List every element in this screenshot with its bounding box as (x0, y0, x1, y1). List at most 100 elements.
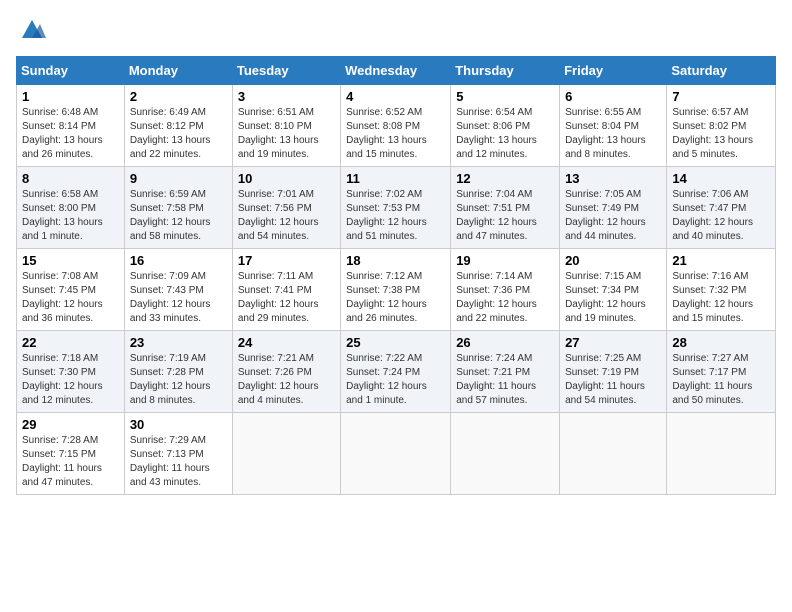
calendar-cell: 19 Sunrise: 7:14 AM Sunset: 7:36 PM Dayli… (451, 249, 560, 331)
logo (16, 16, 46, 44)
day-detail: Sunrise: 7:08 AM Sunset: 7:45 PM Dayligh… (22, 270, 119, 326)
day-number: 29 (22, 417, 119, 432)
day-detail: Sunrise: 7:06 AM Sunset: 7:47 PM Dayligh… (672, 188, 770, 244)
calendar-cell: 30 Sunrise: 7:29 AM Sunset: 7:13 PM Dayli… (124, 413, 232, 495)
day-detail: Sunrise: 7:02 AM Sunset: 7:53 PM Dayligh… (346, 188, 445, 244)
day-detail: Sunrise: 6:55 AM Sunset: 8:04 PM Dayligh… (565, 106, 661, 162)
calendar-cell: 8 Sunrise: 6:58 AM Sunset: 8:00 PM Daylig… (17, 167, 125, 249)
day-number: 28 (672, 335, 770, 350)
col-header-monday: Monday (124, 57, 232, 85)
calendar-cell: 1 Sunrise: 6:48 AM Sunset: 8:14 PM Daylig… (17, 85, 125, 167)
calendar-cell: 14 Sunrise: 7:06 AM Sunset: 7:47 PM Dayli… (667, 167, 776, 249)
day-detail: Sunrise: 7:21 AM Sunset: 7:26 PM Dayligh… (238, 352, 335, 408)
calendar-cell (341, 413, 451, 495)
calendar-cell: 17 Sunrise: 7:11 AM Sunset: 7:41 PM Dayli… (232, 249, 340, 331)
day-detail: Sunrise: 6:54 AM Sunset: 8:06 PM Dayligh… (456, 106, 554, 162)
calendar-cell: 21 Sunrise: 7:16 AM Sunset: 7:32 PM Dayli… (667, 249, 776, 331)
calendar-cell: 13 Sunrise: 7:05 AM Sunset: 7:49 PM Dayli… (560, 167, 667, 249)
day-detail: Sunrise: 7:22 AM Sunset: 7:24 PM Dayligh… (346, 352, 445, 408)
day-number: 18 (346, 253, 445, 268)
day-number: 1 (22, 89, 119, 104)
calendar-cell (232, 413, 340, 495)
calendar-cell: 6 Sunrise: 6:55 AM Sunset: 8:04 PM Daylig… (560, 85, 667, 167)
day-number: 11 (346, 171, 445, 186)
calendar-cell: 26 Sunrise: 7:24 AM Sunset: 7:21 PM Dayli… (451, 331, 560, 413)
day-number: 26 (456, 335, 554, 350)
col-header-wednesday: Wednesday (341, 57, 451, 85)
day-detail: Sunrise: 7:25 AM Sunset: 7:19 PM Dayligh… (565, 352, 661, 408)
calendar-cell: 29 Sunrise: 7:28 AM Sunset: 7:15 PM Dayli… (17, 413, 125, 495)
calendar-cell: 11 Sunrise: 7:02 AM Sunset: 7:53 PM Dayli… (341, 167, 451, 249)
day-number: 12 (456, 171, 554, 186)
day-number: 22 (22, 335, 119, 350)
calendar-cell: 4Sunrise: 6:52 AM Sunset: 8:08 PM Daylig… (341, 85, 451, 167)
page-header (16, 16, 776, 44)
day-number: 16 (130, 253, 227, 268)
day-detail: Sunrise: 6:48 AM Sunset: 8:14 PM Dayligh… (22, 106, 119, 162)
day-number: 27 (565, 335, 661, 350)
calendar-cell: 15Sunrise: 7:08 AM Sunset: 7:45 PM Dayli… (17, 249, 125, 331)
calendar-cell: 12 Sunrise: 7:04 AM Sunset: 7:51 PM Dayli… (451, 167, 560, 249)
day-number: 3 (238, 89, 335, 104)
day-detail: Sunrise: 6:58 AM Sunset: 8:00 PM Dayligh… (22, 188, 119, 244)
calendar-cell: 16 Sunrise: 7:09 AM Sunset: 7:43 PM Dayli… (124, 249, 232, 331)
day-detail: Sunrise: 7:14 AM Sunset: 7:36 PM Dayligh… (456, 270, 554, 326)
day-number: 24 (238, 335, 335, 350)
day-detail: Sunrise: 6:49 AM Sunset: 8:12 PM Dayligh… (130, 106, 227, 162)
day-number: 13 (565, 171, 661, 186)
calendar-cell: 20 Sunrise: 7:15 AM Sunset: 7:34 PM Dayli… (560, 249, 667, 331)
day-number: 9 (130, 171, 227, 186)
col-header-sunday: Sunday (17, 57, 125, 85)
calendar-cell: 24 Sunrise: 7:21 AM Sunset: 7:26 PM Dayli… (232, 331, 340, 413)
calendar-cell (560, 413, 667, 495)
day-detail: Sunrise: 7:24 AM Sunset: 7:21 PM Dayligh… (456, 352, 554, 408)
calendar-cell: 27 Sunrise: 7:25 AM Sunset: 7:19 PM Dayli… (560, 331, 667, 413)
day-detail: Sunrise: 6:59 AM Sunset: 7:58 PM Dayligh… (130, 188, 227, 244)
day-number: 23 (130, 335, 227, 350)
day-number: 5 (456, 89, 554, 104)
day-number: 19 (456, 253, 554, 268)
day-number: 17 (238, 253, 335, 268)
day-detail: Sunrise: 7:09 AM Sunset: 7:43 PM Dayligh… (130, 270, 227, 326)
calendar-cell: 3Sunrise: 6:51 AM Sunset: 8:10 PM Daylig… (232, 85, 340, 167)
day-detail: Sunrise: 7:12 AM Sunset: 7:38 PM Dayligh… (346, 270, 445, 326)
col-header-tuesday: Tuesday (232, 57, 340, 85)
day-number: 14 (672, 171, 770, 186)
day-detail: Sunrise: 7:29 AM Sunset: 7:13 PM Dayligh… (130, 434, 227, 490)
calendar-cell: 2 Sunrise: 6:49 AM Sunset: 8:12 PM Daylig… (124, 85, 232, 167)
day-detail: Sunrise: 7:19 AM Sunset: 7:28 PM Dayligh… (130, 352, 227, 408)
day-number: 8 (22, 171, 119, 186)
day-number: 6 (565, 89, 661, 104)
calendar-table: SundayMondayTuesdayWednesdayThursdayFrid… (16, 56, 776, 495)
day-detail: Sunrise: 7:05 AM Sunset: 7:49 PM Dayligh… (565, 188, 661, 244)
day-detail: Sunrise: 7:27 AM Sunset: 7:17 PM Dayligh… (672, 352, 770, 408)
day-detail: Sunrise: 7:01 AM Sunset: 7:56 PM Dayligh… (238, 188, 335, 244)
day-detail: Sunrise: 7:11 AM Sunset: 7:41 PM Dayligh… (238, 270, 335, 326)
calendar-cell: 25 Sunrise: 7:22 AM Sunset: 7:24 PM Dayli… (341, 331, 451, 413)
calendar-cell: 28 Sunrise: 7:27 AM Sunset: 7:17 PM Dayli… (667, 331, 776, 413)
day-number: 21 (672, 253, 770, 268)
calendar-cell: 22 Sunrise: 7:18 AM Sunset: 7:30 PM Dayli… (17, 331, 125, 413)
day-detail: Sunrise: 7:28 AM Sunset: 7:15 PM Dayligh… (22, 434, 119, 490)
calendar-cell: 23 Sunrise: 7:19 AM Sunset: 7:28 PM Dayli… (124, 331, 232, 413)
logo-icon (18, 16, 46, 44)
day-detail: Sunrise: 7:04 AM Sunset: 7:51 PM Dayligh… (456, 188, 554, 244)
calendar-cell (451, 413, 560, 495)
day-detail: Sunrise: 7:16 AM Sunset: 7:32 PM Dayligh… (672, 270, 770, 326)
day-number: 2 (130, 89, 227, 104)
day-number: 4 (346, 89, 445, 104)
col-header-saturday: Saturday (667, 57, 776, 85)
day-detail: Sunrise: 7:18 AM Sunset: 7:30 PM Dayligh… (22, 352, 119, 408)
day-number: 20 (565, 253, 661, 268)
day-detail: Sunrise: 7:15 AM Sunset: 7:34 PM Dayligh… (565, 270, 661, 326)
day-number: 25 (346, 335, 445, 350)
calendar-cell: 7Sunrise: 6:57 AM Sunset: 8:02 PM Daylig… (667, 85, 776, 167)
calendar-cell: 9 Sunrise: 6:59 AM Sunset: 7:58 PM Daylig… (124, 167, 232, 249)
day-number: 30 (130, 417, 227, 432)
day-number: 7 (672, 89, 770, 104)
calendar-cell (667, 413, 776, 495)
col-header-thursday: Thursday (451, 57, 560, 85)
day-number: 10 (238, 171, 335, 186)
calendar-cell: 10 Sunrise: 7:01 AM Sunset: 7:56 PM Dayli… (232, 167, 340, 249)
col-header-friday: Friday (560, 57, 667, 85)
